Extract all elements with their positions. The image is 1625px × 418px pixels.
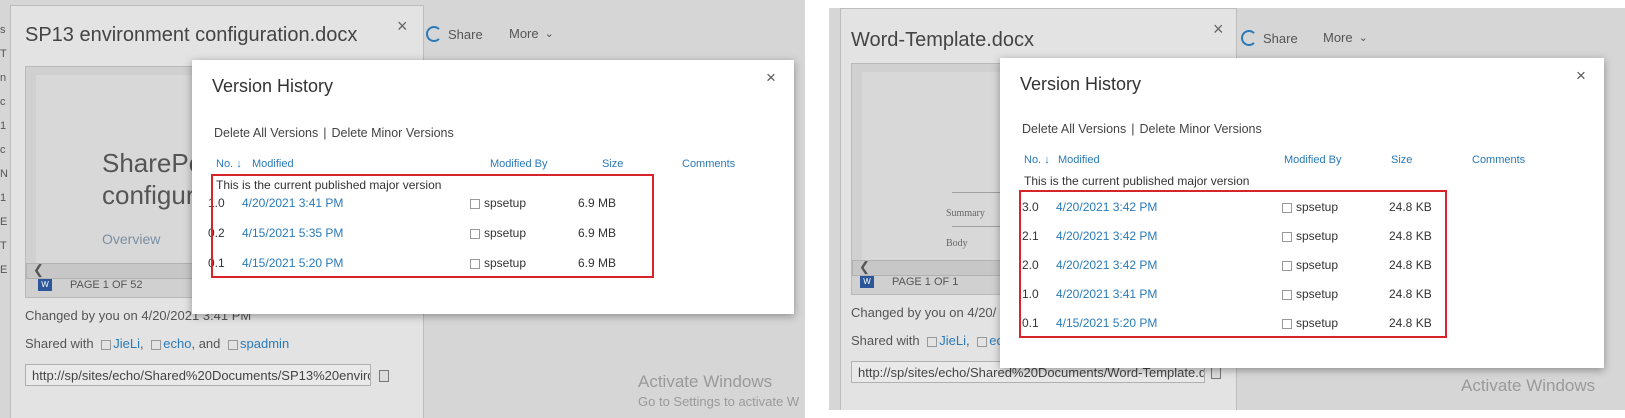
user-presence-icon: [151, 339, 162, 350]
preview-summary-label: Summary: [946, 208, 985, 219]
document-title: SP13 environment configuration.docx: [25, 24, 358, 46]
side-letter: E: [0, 264, 8, 276]
side-letter: T: [0, 240, 7, 252]
action-separator: |: [1131, 122, 1135, 136]
page-count: PAGE 1 OF 1: [892, 276, 959, 288]
delete-minor-versions-link[interactable]: Delete Minor Versions: [1139, 122, 1261, 136]
chevron-down-icon: ⌄: [1358, 32, 1368, 44]
sort-arrow-icon: ↓: [236, 158, 242, 170]
copy-icon[interactable]: [1211, 367, 1221, 379]
share-icon: [1241, 30, 1257, 46]
document-url-field[interactable]: http://sp/sites/echo/Shared%20Documents/…: [25, 364, 371, 386]
changed-by-text: Changed by you on 4/20/: [851, 305, 997, 320]
column-header-modified[interactable]: Modified: [252, 158, 294, 170]
column-header-modified[interactable]: Modified: [1058, 154, 1100, 166]
shared-user-link[interactable]: JieLi: [113, 336, 140, 351]
watermark-title: Activate Windows: [638, 372, 773, 391]
more-label: More: [509, 26, 539, 41]
word-icon: W: [38, 279, 52, 291]
version-history-dialog: Version History × Delete All Versions | De…: [1000, 58, 1604, 368]
side-letter: n: [0, 72, 7, 84]
more-button[interactable]: More ⌄: [509, 26, 554, 41]
right-screenshot: Word-Template.docx × Summary Body ❮ W PA…: [829, 8, 1625, 410]
version-actions: Delete All Versions | Delete Minor Version…: [1022, 122, 1262, 136]
horizontal-scrollbar[interactable]: ❮: [26, 262, 208, 279]
side-letter: N: [0, 168, 8, 180]
word-icon: W: [860, 276, 874, 288]
highlight-box: [1019, 190, 1447, 338]
shared-with: Shared with JieLi, echo: [851, 333, 1017, 348]
horizontal-scrollbar[interactable]: ❮: [852, 259, 1004, 276]
user-presence-icon: [101, 339, 112, 350]
preview-body-label: Body: [946, 238, 968, 249]
share-icon: [426, 26, 442, 42]
close-icon[interactable]: ×: [1576, 66, 1586, 86]
highlight-box: [211, 174, 654, 278]
delete-minor-versions-link[interactable]: Delete Minor Versions: [331, 126, 453, 140]
user-presence-icon: [977, 336, 988, 347]
share-label: Share: [448, 26, 483, 42]
watermark-title: Activate Windows: [1461, 376, 1596, 395]
shared-with-label: Shared with: [851, 333, 920, 348]
version-actions: Delete All Versions | Delete Minor Version…: [214, 126, 454, 140]
scroll-left-icon[interactable]: ❮: [33, 262, 44, 278]
action-separator: |: [323, 126, 327, 140]
column-header-modified-by[interactable]: Modified By: [1284, 154, 1341, 166]
side-letter: E: [0, 216, 8, 228]
chevron-down-icon: ⌄: [544, 28, 554, 40]
page-indicator: W PAGE 1 OF 52: [38, 279, 143, 291]
side-letter: 1: [0, 192, 7, 204]
document-title: Word-Template.docx: [851, 29, 1035, 51]
sort-arrow-icon: ↓: [1044, 154, 1050, 166]
dialog-title: Version History: [212, 76, 334, 96]
shared-and-text: and: [198, 336, 221, 351]
side-letter: 1: [0, 120, 7, 132]
user-presence-icon: [927, 336, 938, 347]
side-letter: T: [0, 48, 7, 60]
column-header-modified-by[interactable]: Modified By: [490, 158, 547, 170]
column-header-no[interactable]: No. ↓: [216, 158, 242, 170]
version-history-dialog: Version History × Delete All Versions | De…: [192, 60, 794, 314]
delete-all-versions-link[interactable]: Delete All Versions: [1022, 122, 1126, 136]
column-header-comments[interactable]: Comments: [1472, 154, 1525, 166]
side-letter: s: [0, 24, 6, 36]
share-button[interactable]: Share: [426, 26, 483, 42]
close-icon[interactable]: ×: [1213, 19, 1224, 40]
copy-icon[interactable]: [379, 370, 389, 382]
side-letter: c: [0, 96, 6, 108]
share-button[interactable]: Share: [1241, 30, 1298, 46]
user-presence-icon: [228, 339, 239, 350]
column-header-size[interactable]: Size: [1391, 154, 1412, 166]
close-icon[interactable]: ×: [397, 16, 408, 37]
shared-user-link[interactable]: echo: [163, 336, 191, 351]
delete-all-versions-link[interactable]: Delete All Versions: [214, 126, 318, 140]
page-count: PAGE 1 OF 52: [70, 279, 143, 291]
watermark-subtitle: Go to Settings to activate W: [638, 394, 800, 409]
preview-overview: Overview: [102, 231, 161, 247]
more-label: More: [1323, 30, 1353, 45]
dialog-title: Version History: [1020, 74, 1142, 94]
page-indicator: W PAGE 1 OF 1: [860, 276, 958, 288]
column-header-no-label: No.: [216, 158, 234, 170]
column-header-no[interactable]: No. ↓: [1024, 154, 1050, 166]
close-icon[interactable]: ×: [766, 68, 776, 88]
shared-with: Shared with JieLi, echo, and spadmin: [25, 336, 290, 351]
side-column-text: sTnc1cN1ETE: [0, 18, 10, 282]
side-letter: c: [0, 144, 6, 156]
column-header-comments[interactable]: Comments: [682, 158, 735, 170]
current-version-note: This is the current published major vers…: [1024, 174, 1250, 188]
scroll-left-icon[interactable]: ❮: [859, 259, 870, 275]
more-button[interactable]: More ⌄: [1323, 30, 1368, 45]
column-header-size[interactable]: Size: [602, 158, 623, 170]
column-header-no-label: No.: [1024, 154, 1042, 166]
activate-windows-watermark: Activate Windows: [1461, 376, 1595, 396]
left-screenshot: sTnc1cN1ETE SP13 environment configurati…: [0, 0, 805, 418]
shared-with-label: Shared with: [25, 336, 94, 351]
shared-user-link[interactable]: spadmin: [240, 336, 289, 351]
share-label: Share: [1263, 30, 1298, 46]
shared-user-link[interactable]: JieLi: [939, 333, 966, 348]
activate-windows-watermark: Activate Windows Go to Settings to activ…: [638, 372, 799, 412]
